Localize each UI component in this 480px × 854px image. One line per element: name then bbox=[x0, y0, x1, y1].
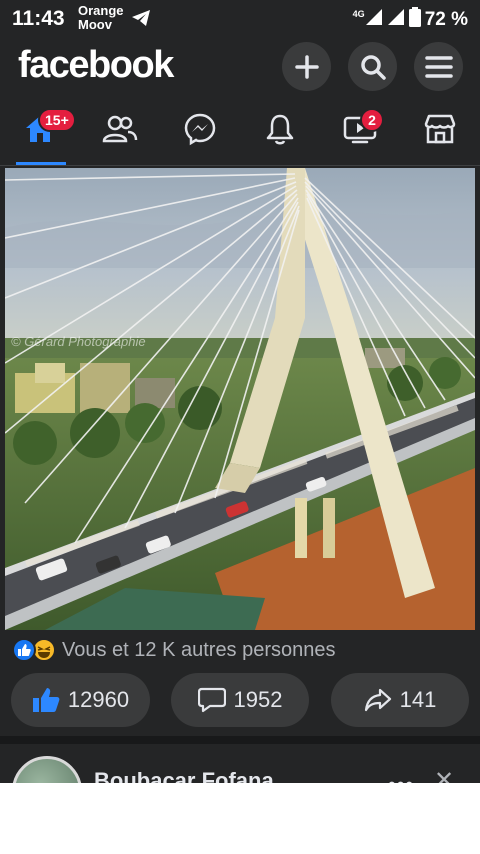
menu-icon bbox=[424, 55, 453, 78]
menu-button[interactable] bbox=[414, 42, 463, 91]
tab-notifications[interactable] bbox=[250, 96, 310, 162]
share-button[interactable]: 141 bbox=[331, 673, 469, 727]
next-post-author[interactable]: Boubacar Fofana bbox=[94, 768, 274, 783]
facebook-app: 11:43 Orange Moov 4G 72 % facebook 15+ 2… bbox=[0, 0, 480, 783]
thumbs-up-icon bbox=[32, 688, 60, 712]
status-carrier: Orange Moov bbox=[78, 4, 138, 32]
tab-messenger[interactable] bbox=[170, 96, 230, 162]
close-icon[interactable]: ✕ bbox=[434, 766, 454, 783]
reactions-text: Vous et 12 K autres personnes bbox=[62, 638, 336, 661]
active-tab-indicator bbox=[16, 162, 66, 165]
friends-icon bbox=[102, 115, 138, 143]
facebook-logo[interactable]: facebook bbox=[18, 44, 174, 87]
comment-button[interactable]: 1952 bbox=[171, 673, 309, 727]
signal-icon-2 bbox=[387, 8, 405, 32]
status-bar: 11:43 Orange Moov 4G 72 % bbox=[0, 0, 480, 36]
carrier-line-2: Moov bbox=[78, 17, 112, 32]
bridge-photo-illustration bbox=[5, 168, 475, 630]
search-button[interactable] bbox=[348, 42, 397, 91]
search-icon bbox=[360, 54, 386, 80]
carrier-line-1: Orange bbox=[78, 3, 124, 18]
battery-level: 72 % bbox=[424, 9, 468, 30]
plus-icon bbox=[294, 54, 319, 79]
tab-watch[interactable]: 2 bbox=[330, 96, 390, 162]
next-post-header: Boubacar Fofana ••• ✕ bbox=[0, 744, 480, 783]
tab-home[interactable]: 15+ bbox=[10, 96, 76, 162]
watch-badge: 2 bbox=[360, 108, 384, 132]
bell-icon bbox=[266, 114, 294, 145]
signal-icon bbox=[365, 8, 383, 32]
share-icon bbox=[364, 688, 391, 712]
feed-divider bbox=[0, 736, 480, 744]
more-options-icon[interactable]: ••• bbox=[388, 772, 414, 783]
telegram-icon bbox=[131, 9, 151, 32]
like-reaction-icon bbox=[12, 638, 36, 662]
image-watermark: © Gérard Photographie bbox=[11, 334, 146, 349]
nav-tabs: 15+ 2 bbox=[0, 96, 480, 166]
messenger-icon bbox=[184, 113, 216, 146]
app-header: facebook bbox=[0, 36, 480, 96]
comment-icon bbox=[197, 687, 226, 713]
home-badge: 15+ bbox=[38, 108, 76, 132]
reactions-summary[interactable]: Vous et 12 K autres personnes bbox=[12, 636, 336, 664]
share-count: 141 bbox=[399, 687, 437, 712]
avatar[interactable] bbox=[12, 756, 82, 783]
tab-friends[interactable] bbox=[90, 96, 150, 162]
marketplace-icon bbox=[424, 114, 456, 144]
network-type: 4G bbox=[352, 9, 365, 19]
tab-marketplace[interactable] bbox=[410, 96, 470, 162]
battery-icon bbox=[408, 7, 421, 33]
create-button[interactable] bbox=[282, 42, 331, 91]
like-button[interactable]: 12960 bbox=[11, 673, 150, 727]
post-photo[interactable]: © Gérard Photographie bbox=[5, 168, 475, 630]
status-indicators: 4G 72 % bbox=[353, 7, 468, 33]
status-time: 11:43 bbox=[12, 7, 65, 30]
like-count: 12960 bbox=[67, 687, 130, 712]
comment-count: 1952 bbox=[233, 687, 283, 712]
